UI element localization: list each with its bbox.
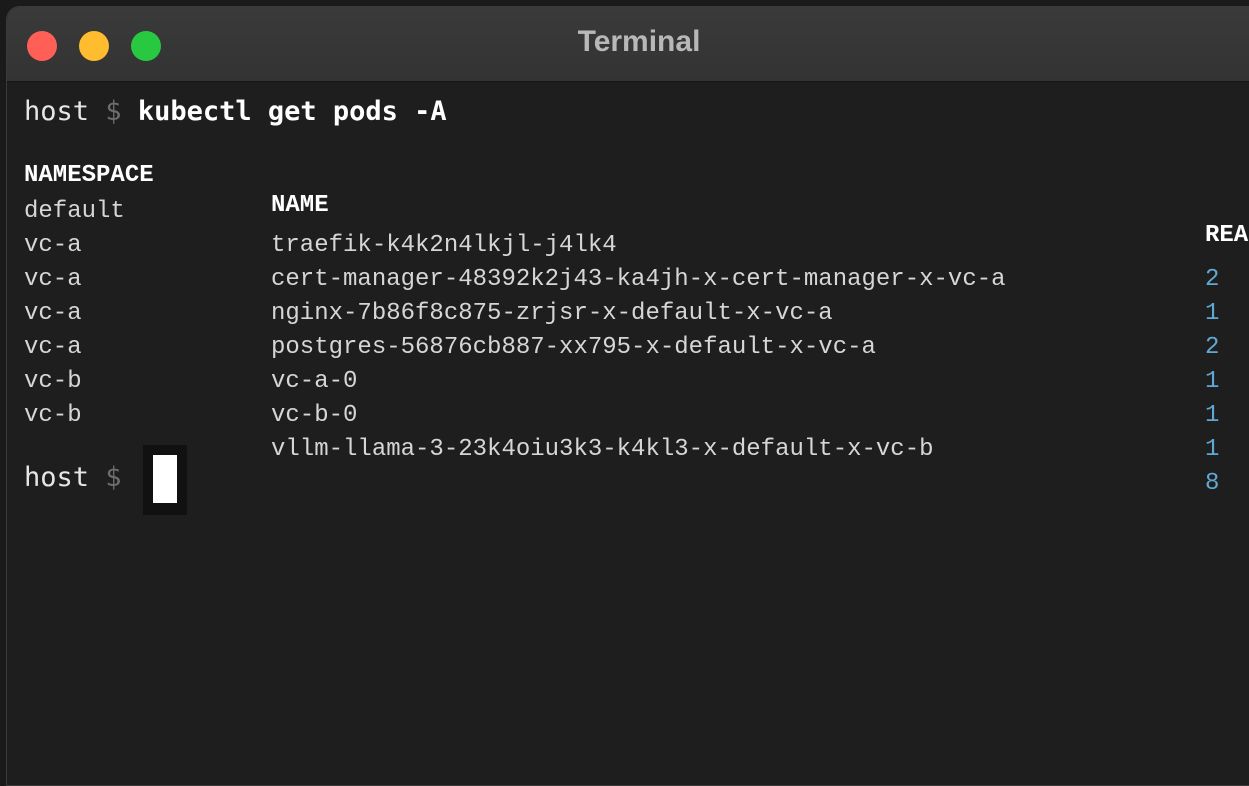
row-namespace: vc-b [24, 402, 82, 429]
table-row: vc-a cert-manager-48392k2j43-ka4jh-x-cer… [24, 195, 1249, 327]
table-row: vc-b vllm-llama-3-23k4oiu3k3-k4kl3-x-def… [24, 365, 1249, 497]
table-row: vc-a nginx-7b86f8c875-zrjsr-x-default-x-… [24, 229, 1249, 361]
row-pod-name: vc-b-0 [271, 402, 358, 429]
row-pod-name: vllm-llama-3-23k4oiu3k3-k4kl3-x-default-… [271, 436, 934, 463]
prompt-host: host [24, 96, 90, 127]
terminal-output[interactable]: host $ kubectl get pods -A NAMESPACE NAM… [24, 93, 1249, 785]
prompt-symbol: $ [105, 96, 122, 127]
block-cursor [153, 455, 177, 503]
command-line: host $ kubectl get pods -A [24, 93, 1249, 131]
title-bar[interactable]: Terminal [7, 7, 1249, 82]
command-text: kubectl get pods -A [137, 96, 447, 127]
window-title: Terminal [577, 25, 701, 58]
cursor-cell[interactable] [143, 445, 187, 515]
prompt-symbol: $ [105, 462, 122, 493]
prompt-host: host [24, 462, 90, 493]
row-ready: 1 [1205, 436, 1220, 463]
active-prompt[interactable]: host $ [24, 445, 324, 515]
table-row: default traefik-k4k2n4lkjl-j4lk4 2 [24, 161, 1249, 293]
active-prompt-text: host $ [24, 459, 122, 497]
terminal-window: Terminal host $ kubectl get pods -A NAME… [6, 6, 1249, 786]
table-row: vc-a postgres-56876cb887-xx795-x-default… [24, 263, 1249, 395]
row-ready: 1 [1205, 402, 1220, 429]
pod-table-body: default traefik-k4k2n4lkjl-j4lk4 2 vc-a … [24, 161, 1249, 497]
table-row: vc-a vc-a-0 1 [24, 297, 1249, 429]
table-header: NAMESPACE NAME REA [24, 131, 1249, 249]
row-ready: 8 [1205, 470, 1220, 497]
table-row: vc-b vc-b-0 1 [24, 331, 1249, 463]
